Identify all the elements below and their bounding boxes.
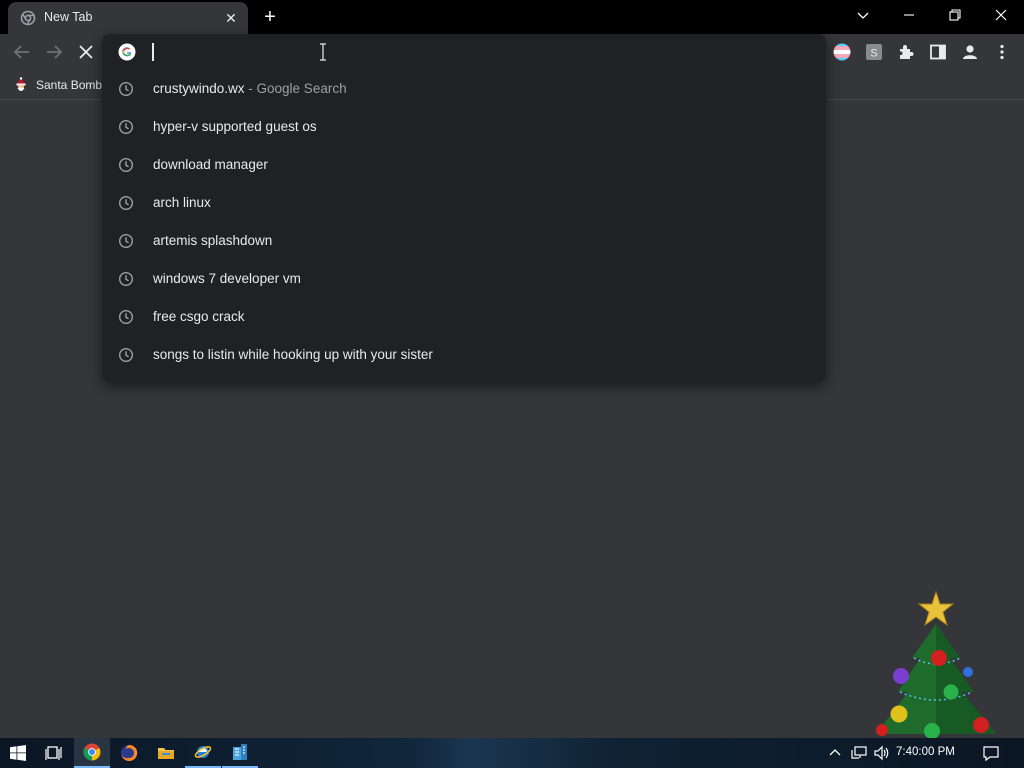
stop-loading-icon[interactable] bbox=[74, 40, 98, 64]
firefox-icon[interactable] bbox=[111, 738, 147, 768]
suggestion-text: songs to listin while hooking up with yo… bbox=[153, 347, 433, 362]
google-g-icon bbox=[118, 43, 136, 61]
network-icon[interactable] bbox=[850, 744, 868, 762]
restore-button[interactable] bbox=[932, 0, 978, 30]
chevron-up-icon[interactable] bbox=[826, 744, 844, 762]
chrome-window: New Tab ✕ + S Santa Bomb crustywindo.wx … bbox=[0, 0, 1024, 768]
omnibox-suggestion[interactable]: download manager bbox=[102, 146, 826, 184]
suggestion-query: songs to listin while hooking up with yo… bbox=[153, 347, 433, 362]
puzzle-icon[interactable] bbox=[896, 42, 916, 62]
suggestion-query: windows 7 developer vm bbox=[153, 271, 301, 286]
christmas-tree-image bbox=[876, 590, 996, 738]
suggestion-text: download manager bbox=[153, 157, 268, 172]
suggestion-query: crustywindo.wx bbox=[153, 81, 245, 96]
minimize-icon bbox=[904, 14, 914, 16]
close-window-button[interactable] bbox=[978, 0, 1024, 30]
omnibox-suggestion[interactable]: artemis splashdown bbox=[102, 222, 826, 260]
omnibox-suggestion[interactable]: arch linux bbox=[102, 184, 826, 222]
action-center-icon[interactable] bbox=[982, 744, 1000, 762]
history-clock-icon bbox=[118, 119, 134, 135]
omnibox-suggestion[interactable]: hyper-v supported guest os bbox=[102, 108, 826, 146]
ibeam-cursor-icon bbox=[320, 43, 326, 61]
windows-start-icon[interactable] bbox=[0, 738, 36, 768]
tab-close-icon[interactable]: ✕ bbox=[222, 9, 240, 27]
kebab-menu-icon[interactable] bbox=[992, 42, 1012, 62]
suggestion-text: hyper-v supported guest os bbox=[153, 119, 317, 134]
bookmark-label: Santa Bomb bbox=[36, 78, 103, 92]
tab-title: New Tab bbox=[44, 10, 93, 24]
s-extension-icon[interactable]: S bbox=[864, 42, 884, 62]
suggestion-text: artemis splashdown bbox=[153, 233, 272, 248]
text-caret bbox=[152, 43, 154, 61]
omnibox-suggestion[interactable]: free csgo crack bbox=[102, 298, 826, 336]
history-clock-icon bbox=[118, 309, 134, 325]
suggestion-subtext: - Google Search bbox=[244, 81, 347, 96]
volume-icon[interactable] bbox=[873, 744, 891, 762]
task-view-icon[interactable] bbox=[36, 738, 72, 768]
history-clock-icon bbox=[118, 81, 134, 97]
history-clock-icon bbox=[118, 271, 134, 287]
omnibox-suggestion[interactable]: windows 7 developer vm bbox=[102, 260, 826, 298]
suggestion-query: arch linux bbox=[153, 195, 211, 210]
minimize-button[interactable] bbox=[886, 0, 932, 30]
profile-flag-icon[interactable] bbox=[832, 42, 852, 62]
side-panel-icon[interactable] bbox=[928, 42, 948, 62]
suggestion-list: crustywindo.wx - Google Search hyper-v su… bbox=[102, 70, 826, 374]
omnibox-dropdown: crustywindo.wx - Google Search hyper-v su… bbox=[102, 34, 826, 382]
office-buildings-icon[interactable] bbox=[222, 738, 258, 768]
suggestion-text: arch linux bbox=[153, 195, 211, 210]
omnibox-suggestion[interactable]: songs to listin while hooking up with yo… bbox=[102, 336, 826, 374]
s-extension-label: S bbox=[870, 48, 877, 60]
internet-explorer-icon[interactable] bbox=[185, 738, 221, 768]
close-icon bbox=[995, 9, 1007, 21]
tab-search-button[interactable] bbox=[840, 0, 886, 30]
tab-strip: New Tab ✕ + bbox=[0, 0, 1024, 34]
chrome-icon[interactable] bbox=[74, 738, 110, 768]
santa-icon bbox=[16, 77, 26, 91]
chrome-spinner-icon bbox=[20, 10, 36, 26]
suggestion-text: free csgo crack bbox=[153, 309, 245, 324]
suggestion-text: windows 7 developer vm bbox=[153, 271, 301, 286]
back-arrow-icon[interactable] bbox=[10, 40, 34, 64]
omnibox-input[interactable] bbox=[102, 34, 826, 70]
chevron-down-icon bbox=[857, 12, 869, 19]
history-clock-icon bbox=[118, 233, 134, 249]
omnibox-suggestion[interactable]: crustywindo.wx - Google Search bbox=[102, 70, 826, 108]
file-explorer-icon[interactable] bbox=[148, 738, 184, 768]
history-clock-icon bbox=[118, 157, 134, 173]
profile-icon[interactable] bbox=[960, 42, 980, 62]
history-clock-icon bbox=[118, 347, 134, 363]
forward-arrow-icon[interactable] bbox=[42, 40, 66, 64]
new-tab-button[interactable]: + bbox=[258, 6, 282, 28]
suggestion-query: free csgo crack bbox=[153, 309, 245, 324]
suggestion-text: crustywindo.wx - Google Search bbox=[153, 81, 347, 96]
windows-taskbar: 7:40:00 PM bbox=[0, 738, 1024, 768]
history-clock-icon bbox=[118, 195, 134, 211]
suggestion-query: artemis splashdown bbox=[153, 233, 273, 248]
taskbar-clock[interactable]: 7:40:00 PM bbox=[896, 746, 955, 758]
suggestion-query: download manager bbox=[153, 157, 268, 172]
tab-new-tab[interactable]: New Tab ✕ bbox=[8, 2, 248, 34]
restore-icon bbox=[949, 9, 961, 21]
suggestion-query: hyper-v supported guest os bbox=[153, 119, 317, 134]
bookmark-santa-bomb[interactable]: Santa Bomb bbox=[14, 76, 102, 94]
